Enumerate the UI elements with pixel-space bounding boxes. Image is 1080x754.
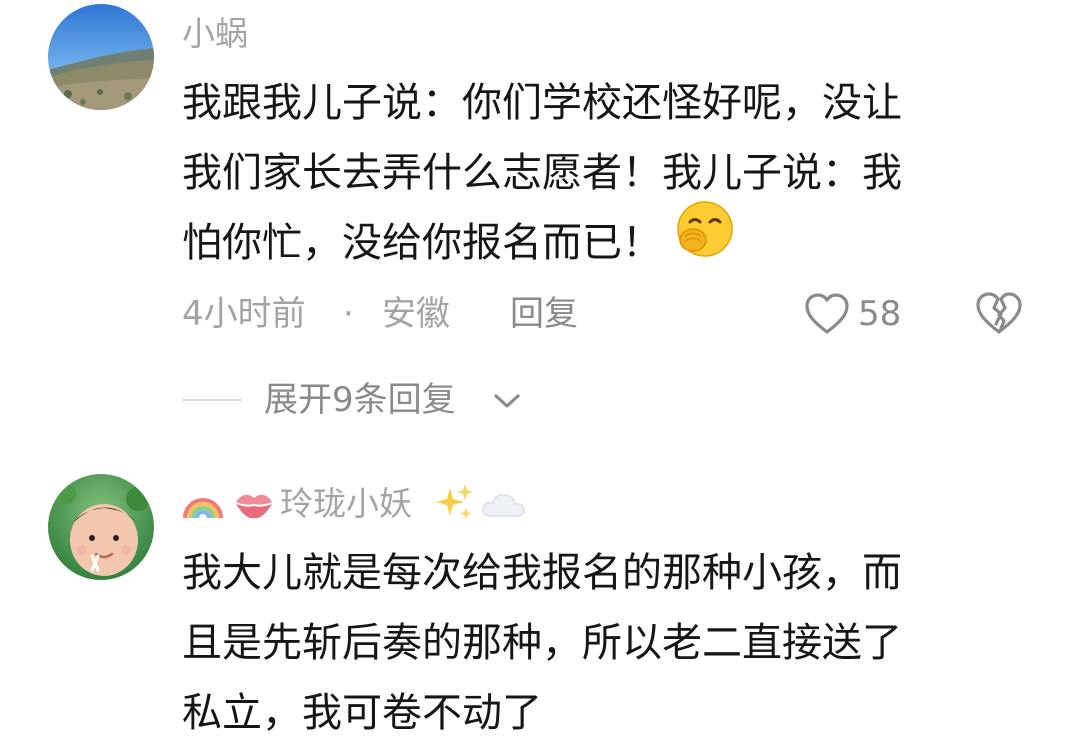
expand-replies-label: 展开9条回复	[264, 380, 456, 420]
meta-separator: ·	[343, 294, 354, 334]
comment-line: 私立，我可卷不动了	[182, 690, 542, 736]
avatar[interactable]	[48, 4, 154, 110]
face-with-hand-over-mouth-emoji	[676, 200, 734, 280]
comment-line: 且是先斩后奏的那种，所以老二直接送了	[182, 620, 902, 666]
comment-line: 我跟我儿子说：你们学校还怪好呢，没让	[182, 80, 902, 126]
comment-line-with-emoji: 怕你忙，没给你报名而已！	[182, 201, 1012, 280]
reply-button[interactable]: 回复	[510, 294, 578, 334]
like-button[interactable]: 58	[804, 290, 914, 338]
like-count: 58	[858, 294, 902, 334]
username[interactable]: 小蜗	[182, 14, 248, 54]
username-row[interactable]: 玲珑小妖	[182, 482, 542, 526]
avatar[interactable]	[48, 474, 154, 580]
heart-icon	[804, 292, 850, 340]
child-avatar-image	[48, 474, 154, 580]
sparkles-emoji	[434, 482, 474, 528]
comment-text: 我大儿就是每次给我报名的那种小孩，而 且是先斩后奏的那种，所以老二直接送了 私立…	[182, 538, 1012, 748]
username: 玲珑小妖	[280, 484, 412, 523]
expand-divider	[182, 399, 242, 401]
comment-location: 安徽	[382, 294, 450, 334]
comment-list: 小蜗 我跟我儿子说：你们学校还怪好呢，没让 我们家长去弄什么志愿者！我儿子说：我…	[0, 0, 1080, 754]
comment-line: 怕你忙，没给你报名而已！	[182, 220, 662, 266]
comment-line: 我大儿就是每次给我报名的那种小孩，而	[182, 550, 902, 596]
broken-heart-icon	[975, 292, 1023, 340]
kiss-mark-emoji	[232, 484, 276, 528]
chevron-down-icon	[492, 390, 522, 416]
landscape-avatar-image	[48, 4, 154, 110]
comment-line: 我们家长去弄什么志愿者！我儿子说：我	[182, 150, 902, 196]
rainbow-emoji	[182, 484, 224, 528]
comment-time: 4小时前	[182, 294, 306, 334]
expand-replies-button[interactable]: 展开9条回复	[264, 380, 534, 424]
dislike-button[interactable]	[975, 290, 1023, 338]
cloud-emoji	[480, 490, 526, 526]
comment-text: 我跟我儿子说：你们学校还怪好呢，没让 我们家长去弄什么志愿者！我儿子说：我 怕你…	[182, 68, 1012, 280]
